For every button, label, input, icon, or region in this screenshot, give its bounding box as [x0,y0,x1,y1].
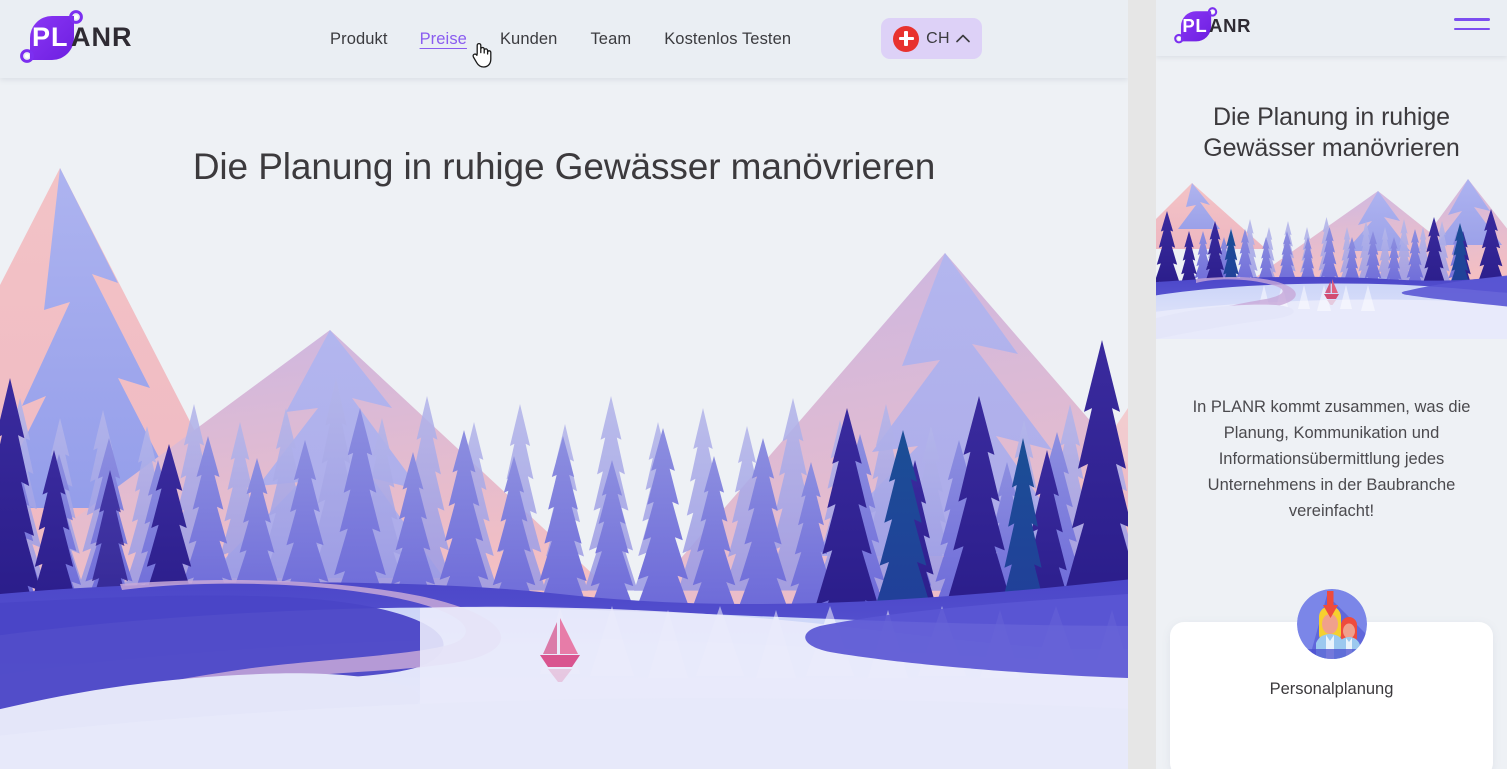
feature-card-label: Personalplanung [1269,680,1394,698]
hero-title: Die Planung in ruhige Gewässer manövrier… [192,146,936,187]
mobile-header: PL ANR [1156,0,1507,56]
nav-item-produkt[interactable]: Produkt [330,30,420,49]
language-code: CH [926,29,950,47]
site-header: PL ANR Produkt Preise Kunden Team Kosten… [0,0,1128,78]
mobile-viewport: PL ANR Die Planung in ruhige Gewässer ma… [1156,0,1507,769]
svg-text:PL: PL [32,22,69,52]
nav-item-team[interactable]: Team [590,30,664,49]
svg-text:ANR: ANR [71,22,133,52]
desktop-viewport: Die Planung in ruhige Gewässer manövrier… [0,0,1128,769]
nav-item-kostenlos-testen[interactable]: Kostenlos Testen [664,30,824,49]
mobile-hero-title: Die Planung in ruhige Gewässer manövrier… [1203,103,1460,162]
mobile-hero-illustration [1156,173,1507,339]
hamburger-menu-icon[interactable] [1454,18,1490,38]
logo-planr[interactable]: PL ANR [14,6,154,72]
swiss-flag-icon [893,25,920,52]
svg-text:PL: PL [1182,15,1207,36]
svg-text:ANR: ANR [1209,15,1251,36]
chevron-up-icon [956,34,970,43]
two-people-with-down-arrow-icon [1296,589,1367,659]
main-navigation: Produkt Preise Kunden Team Kostenlos Tes… [330,0,824,78]
mobile-intro-paragraph: In PLANR kommt zusammen, was die Planung… [1192,398,1471,520]
hamburger-line [1454,27,1490,31]
screenshot-stage: Die Planung in ruhige Gewässer manövrier… [0,0,1507,769]
nav-item-kunden[interactable]: Kunden [500,30,591,49]
nav-item-preise[interactable]: Preise [420,30,500,49]
language-selector[interactable]: CH [881,18,982,59]
hamburger-line [1454,18,1490,21]
mobile-logo-planr[interactable]: PL ANR [1170,4,1266,50]
